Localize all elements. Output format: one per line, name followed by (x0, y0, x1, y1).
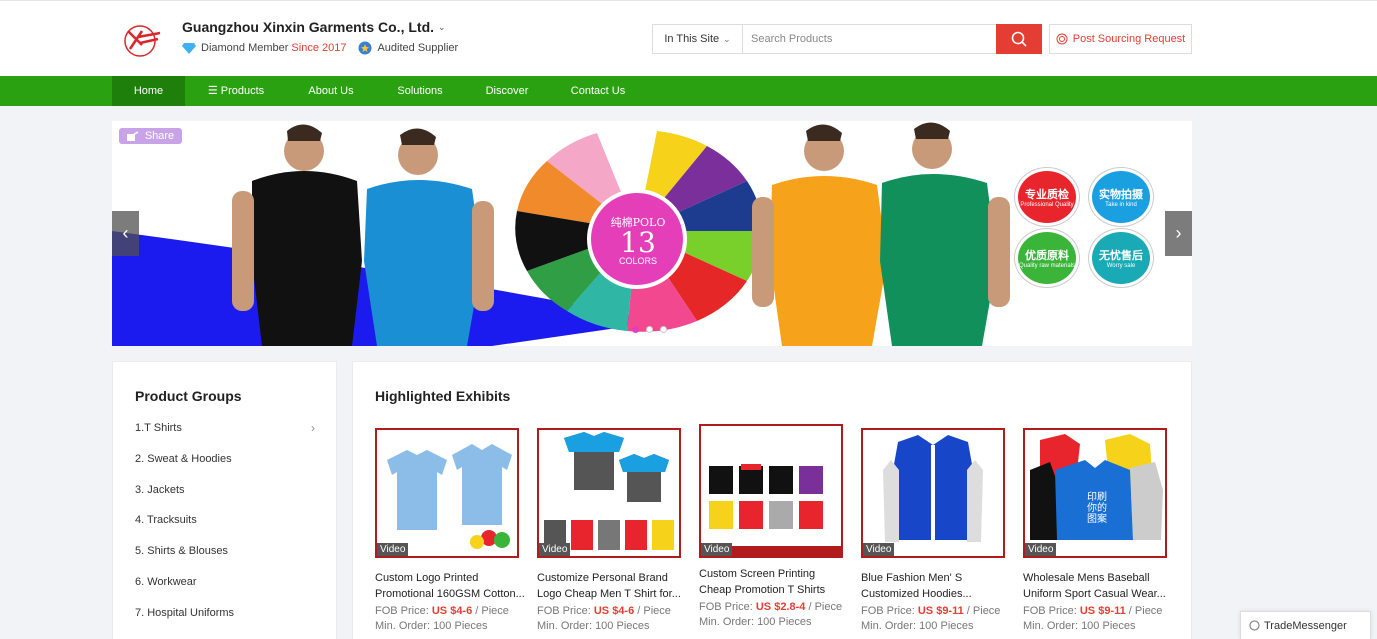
product-fob: FOB Price: US $2.8-4 / Piece (699, 601, 843, 613)
share-button[interactable]: Share (119, 128, 182, 144)
product-card[interactable]: Video Custom Logo Printed Promotional 16… (375, 428, 525, 632)
group-item-workwear[interactable]: 6. Workwear (135, 576, 315, 588)
product-thumbnail (701, 464, 841, 556)
banner-next-button[interactable]: › (1165, 211, 1192, 256)
product-image[interactable]: Video (861, 428, 1005, 558)
nav-about-us[interactable]: About Us (301, 76, 361, 106)
hero-banner[interactable]: 纯棉POLO 13 COLORS 专业质检 Professional Qualit… (112, 121, 1192, 346)
group-item-jackets[interactable]: 3. Jackets (135, 484, 315, 496)
post-sourcing-request-button[interactable]: Post Sourcing Request (1049, 24, 1192, 54)
banner-dot-1[interactable] (632, 326, 639, 333)
chat-icon (1249, 620, 1260, 631)
quality-badge-3: 优质原料 Quality raw materials (1015, 229, 1079, 287)
group-item-sweat-hoodies[interactable]: 2. Sweat & Hoodies (135, 453, 315, 465)
product-moq: Min. Order: 100 Pieces (861, 620, 974, 632)
product-name[interactable]: Custom Screen Printing Cheap Promotion T… (699, 566, 849, 598)
group-item-t-shirts[interactable]: 1.T Shirts › (135, 421, 315, 435)
video-tag: Video (1025, 543, 1057, 556)
hoodie-print-text: 印刷 你的 图案 (1087, 492, 1107, 525)
nav-solutions[interactable]: Solutions (389, 76, 451, 106)
quality-badge-2: 实物拍摄 Take in kind (1089, 168, 1153, 226)
product-name[interactable]: Wholesale Mens Baseball Uniform Sport Ca… (1023, 570, 1173, 602)
video-tag: Video (377, 543, 409, 556)
product-card[interactable]: Video Custom Screen Printing Cheap Promo… (699, 424, 849, 628)
member-since: Since 2017 (291, 42, 347, 54)
chevron-down-icon: ⌄ (438, 21, 446, 32)
product-card[interactable]: Video Blue Fashion Men' S Customized Hoo… (861, 428, 1011, 632)
product-image[interactable]: Video (375, 428, 519, 558)
trademessenger-widget[interactable]: TradeMessenger (1240, 611, 1371, 639)
member-label: Diamond Member (201, 42, 289, 54)
share-icon (126, 131, 139, 141)
sourcing-icon (1056, 33, 1068, 45)
video-tag: Video (701, 543, 733, 556)
group-item-hospital-uniforms[interactable]: 7. Hospital Uniforms (135, 607, 315, 619)
banner-dot-2[interactable] (646, 326, 653, 333)
search-icon (1011, 31, 1027, 47)
group-item-shirts-blouses[interactable]: 5. Shirts & Blouses (135, 545, 315, 557)
product-name[interactable]: Customize Personal Brand Logo Cheap Men … (537, 570, 687, 602)
quality-badge-1: 专业质检 Professional Quality (1015, 168, 1079, 226)
product-name[interactable]: Blue Fashion Men' S Customized Hoodies..… (861, 570, 1011, 602)
audited-supplier-icon (358, 41, 372, 55)
product-card[interactable]: 印刷 你的 图案 Video Wholesale Mens Baseball Uni… (1023, 428, 1173, 632)
nav-products[interactable]: ☰ Products (199, 76, 273, 106)
product-image[interactable]: Video (537, 428, 681, 558)
product-groups-title: Product Groups (135, 388, 242, 404)
product-image[interactable]: 印刷 你的 图案 Video (1023, 428, 1167, 558)
search-scope-select[interactable]: In This Site ⌄ (653, 25, 743, 53)
banner-dot-3[interactable] (660, 326, 667, 333)
product-thumbnail (883, 435, 983, 542)
nav-discover[interactable]: Discover (478, 76, 536, 106)
banner-pagination (632, 326, 667, 333)
company-name[interactable]: Guangzhou Xinxin Garments Co., Ltd. ⌄ (182, 19, 446, 35)
membership-badges: Diamond Member Since 2017 Audited Suppli… (182, 41, 458, 55)
banner-prev-button[interactable]: ‹ (112, 211, 139, 256)
quality-badge-4: 无忧售后 Worry sale (1089, 229, 1153, 287)
list-icon: ☰ (207, 85, 218, 97)
chevron-right-icon: › (311, 421, 315, 435)
search-input[interactable] (743, 25, 996, 53)
nav-home[interactable]: Home (112, 76, 185, 106)
product-groups-panel: Product Groups 1.T Shirts › 2. Sweat & Ho… (112, 361, 337, 639)
product-thumbnail (544, 432, 674, 550)
product-card[interactable]: Video Customize Personal Brand Logo Chea… (537, 428, 687, 632)
chevron-down-icon: ⌄ (723, 33, 731, 44)
product-moq: Min. Order: 100 Pieces (537, 620, 650, 632)
chevron-right-icon: › (1175, 223, 1182, 243)
video-tag: Video (863, 543, 895, 556)
main-nav: Home ☰ Products About Us Solutions Disco… (0, 76, 1377, 106)
highlighted-exhibits-title: Highlighted Exhibits (375, 388, 511, 404)
product-name[interactable]: Custom Logo Printed Promotional 160GSM C… (375, 570, 525, 602)
company-logo[interactable] (122, 23, 162, 59)
group-item-tracksuits[interactable]: 4. Tracksuits (135, 514, 315, 526)
chevron-left-icon: ‹ (122, 223, 129, 243)
search-box: In This Site ⌄ (652, 24, 1042, 54)
product-fob: FOB Price: US $9-11 / Piece (861, 605, 1001, 617)
product-fob: FOB Price: US $4-6 / Piece (375, 605, 509, 617)
polo-label: 纯棉POLO 13 COLORS (610, 216, 666, 266)
product-image[interactable]: Video (699, 424, 843, 558)
product-thumbnail (387, 444, 512, 549)
site-header: Guangzhou Xinxin Garments Co., Ltd. ⌄ Dia… (0, 0, 1377, 76)
product-moq: Min. Order: 100 Pieces (375, 620, 488, 632)
nav-contact-us[interactable]: Contact Us (564, 76, 632, 106)
product-fob: FOB Price: US $9-11 / Piece (1023, 605, 1163, 617)
search-button[interactable] (996, 24, 1042, 54)
diamond-icon (182, 43, 196, 54)
video-tag: Video (539, 543, 571, 556)
audited-label[interactable]: Audited Supplier (377, 42, 458, 54)
product-moq: Min. Order: 100 Pieces (1023, 620, 1136, 632)
highlighted-exhibits-panel: Highlighted Exhibits Video Custom Logo P… (352, 361, 1192, 639)
product-fob: FOB Price: US $4-6 / Piece (537, 605, 671, 617)
product-moq: Min. Order: 100 Pieces (699, 616, 812, 628)
